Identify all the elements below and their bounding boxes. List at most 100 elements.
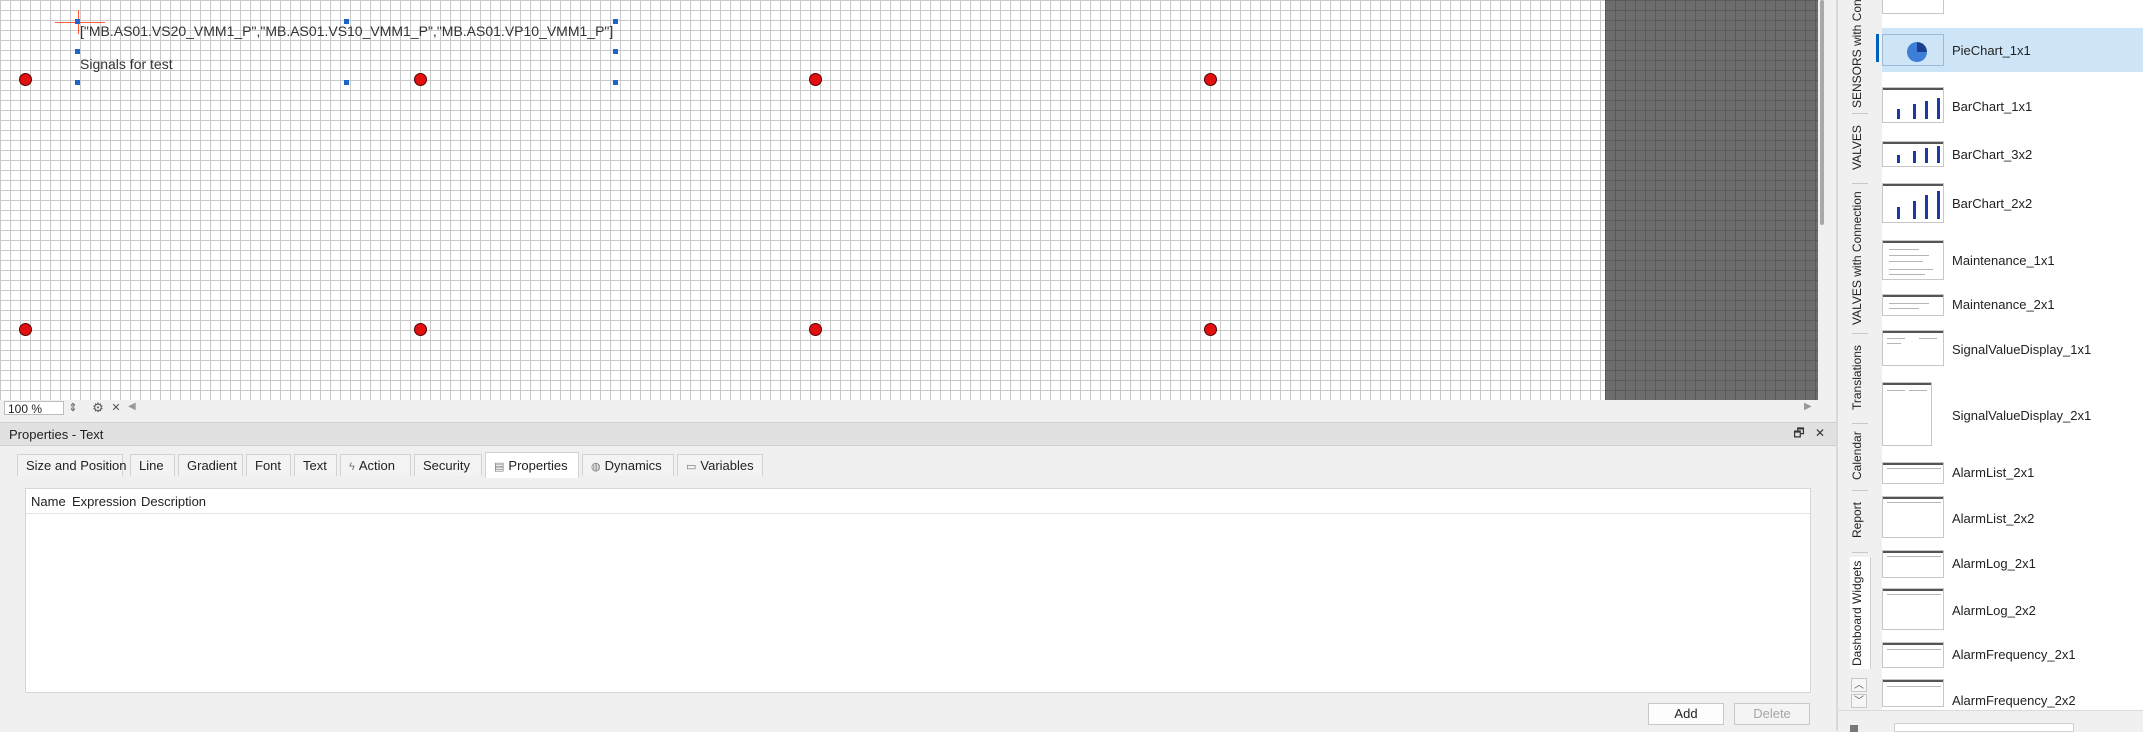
list-item[interactable]: AlarmLog_2x2 (1882, 586, 2143, 632)
side-tab-calendar[interactable]: Calendar (1850, 428, 1870, 483)
delete-button[interactable]: Delete (1734, 703, 1810, 725)
list-item[interactable]: AlarmList_2x2 (1882, 494, 2143, 540)
resize-handle[interactable] (75, 80, 80, 85)
anchor-point[interactable] (1204, 73, 1217, 86)
list-item[interactable]: Maintenance_1x1 (1882, 236, 2143, 282)
resize-handle[interactable] (75, 49, 80, 54)
tab-gradient[interactable]: Gradient (178, 454, 243, 476)
document-icon: ▤ (494, 461, 505, 473)
list-item[interactable]: BarChart_1x1 (1882, 84, 2143, 124)
tab-variables[interactable]: ▭ Variables (677, 454, 763, 476)
properties-panel-header: Properties - Text 🗗 ✕ (0, 422, 1836, 446)
column-header-description[interactable]: Description (141, 494, 206, 509)
thumb-bar (1925, 101, 1928, 119)
canvas-vertical-scrollbar[interactable] (1818, 0, 1828, 400)
widget-label: BarChart_3x2 (1952, 147, 2033, 162)
selection-indicator (1876, 34, 1879, 62)
add-button[interactable]: Add (1648, 703, 1724, 725)
thumb-bar (1937, 191, 1940, 219)
settings-sliders-icon[interactable]: ⚙ (90, 401, 106, 415)
list-item[interactable]: SignalValueDisplay_2x1 (1882, 380, 2143, 448)
tab-font[interactable]: Font (246, 454, 291, 476)
tab-line[interactable]: Line (130, 454, 175, 476)
resize-handle[interactable] (344, 80, 349, 85)
tab-dynamics[interactable]: ◍ Dynamics (582, 454, 674, 476)
scroll-left-icon[interactable]: ◀ (128, 401, 136, 412)
thumb-line (1887, 649, 1941, 650)
anchor-point[interactable] (19, 323, 32, 336)
properties-tabbar: Size and Position Line Gradient Font Tex… (0, 446, 1836, 478)
thumb-bar (1925, 195, 1928, 219)
list-item[interactable] (1882, 0, 2143, 22)
design-canvas[interactable]: ["MB.AS01.VS20_VMM1_P","MB.AS01.VS10_VMM… (0, 0, 1818, 400)
anchor-point[interactable] (809, 73, 822, 86)
restore-window-icon[interactable]: 🗗 (1792, 426, 1806, 440)
thumb-bar (1897, 207, 1900, 219)
thumb-bar (1937, 146, 1940, 163)
resize-handle[interactable] (613, 80, 618, 85)
side-tab-dashboard-widgets[interactable]: Dashboard Widgets (1850, 557, 1871, 669)
chevron-down-icon[interactable]: ﹀ (1851, 694, 1867, 708)
alarm-frequency-thumbnail (1882, 679, 1944, 707)
anchor-point[interactable] (19, 73, 32, 86)
anchor-point[interactable] (414, 323, 427, 336)
resize-handle[interactable] (75, 19, 80, 24)
widget-label: AlarmLog_2x2 (1952, 603, 2036, 618)
list-item[interactable]: PieChart_1x1 (1882, 28, 2143, 72)
alarm-log-thumbnail (1882, 588, 1944, 630)
list-item[interactable]: BarChart_3x2 (1882, 133, 2143, 173)
list-item[interactable]: AlarmFrequency_2x1 (1882, 638, 2143, 672)
list-item[interactable]: Maintenance_2x1 (1882, 288, 2143, 320)
list-item[interactable]: AlarmList_2x1 (1882, 458, 2143, 488)
list-item[interactable]: SignalValueDisplay_1x1 (1882, 326, 2143, 372)
signals-text-line[interactable]: ["MB.AS01.VS20_VMM1_P","MB.AS01.VS10_VMM… (80, 23, 613, 39)
bottom-status-strip (1838, 710, 2143, 732)
side-tab-valves[interactable]: VALVES (1850, 118, 1870, 178)
scrollbar-thumb[interactable] (1820, 0, 1824, 225)
thumb-line (1889, 274, 1925, 275)
chevron-up-icon[interactable]: ︿ (1851, 678, 1867, 692)
side-tab-valves-with-connection[interactable]: VALVES with Connection (1850, 188, 1870, 328)
tab-action[interactable]: ϟ Action (340, 454, 411, 476)
thumb-bar (1913, 151, 1916, 163)
thumb-titlebar (1883, 88, 1943, 90)
tab-separator (1852, 333, 1868, 334)
resize-handle[interactable] (613, 49, 618, 54)
tab-separator (1852, 423, 1868, 424)
thumb-line (1887, 594, 1941, 595)
canvas-outside-area (1605, 0, 1818, 400)
list-item[interactable]: AlarmLog_2x1 (1882, 546, 2143, 582)
widget-label: BarChart_2x2 (1952, 196, 2033, 211)
thumb-line (1887, 502, 1941, 503)
side-tab-translations[interactable]: Translations (1850, 338, 1870, 418)
resize-handle[interactable] (344, 19, 349, 24)
thumb-line (1889, 308, 1919, 309)
signals-caption[interactable]: Signals for test (80, 56, 173, 72)
tab-security[interactable]: Security (414, 454, 482, 476)
resize-handle[interactable] (613, 19, 618, 24)
anchor-point[interactable] (1204, 323, 1217, 336)
zoom-spin-icon[interactable]: ⇕ (68, 401, 78, 415)
column-header-name[interactable]: Name (31, 494, 66, 509)
anchor-point[interactable] (414, 73, 427, 86)
tab-text[interactable]: Text (294, 454, 337, 476)
list-item[interactable]: BarChart_2x2 (1882, 178, 2143, 226)
side-tab-report[interactable]: Report (1850, 495, 1870, 545)
list-item[interactable]: AlarmFrequency_2x2 (1882, 676, 2143, 710)
tab-size-and-position[interactable]: Size and Position (17, 454, 126, 476)
close-icon[interactable]: ✕ (110, 401, 122, 415)
widget-label: BarChart_1x1 (1952, 99, 2033, 114)
properties-table[interactable]: Name Expression Description (25, 488, 1811, 693)
thumb-line (1889, 269, 1933, 270)
tab-properties[interactable]: ▤ Properties (485, 452, 579, 478)
alarm-list-thumbnail (1882, 462, 1944, 484)
zoom-field[interactable]: 100 % (4, 401, 64, 416)
scroll-right-icon[interactable]: ▶ (1804, 401, 1812, 412)
column-header-expression[interactable]: Expression (72, 494, 136, 509)
side-tab-sensors-with-connection[interactable]: SENSORS with Con (1850, 0, 1870, 108)
canvas-grid[interactable] (0, 0, 1605, 400)
thumb-titlebar (1883, 142, 1943, 144)
close-icon[interactable]: ✕ (1813, 426, 1827, 440)
anchor-point[interactable] (809, 323, 822, 336)
thumb-line (1887, 686, 1941, 687)
